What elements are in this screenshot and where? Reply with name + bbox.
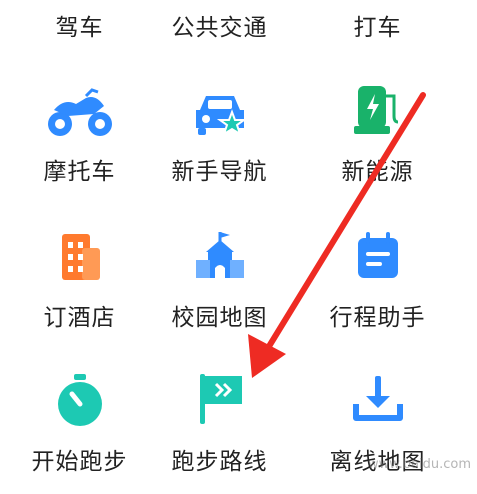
menu-item-new-driver-nav[interactable]: 新手导航 [140, 80, 299, 190]
running-route-flag-icon [199, 374, 242, 424]
label-motorcycle: 摩托车 [43, 159, 116, 185]
menu-item-itinerary[interactable]: 行程助手 [298, 226, 457, 336]
label-new-driver-nav: 新手导航 [171, 159, 268, 185]
label-public-transit[interactable]: 公共交通 [140, 8, 299, 42]
label-taxi[interactable]: 打车 [298, 8, 457, 42]
new-driver-car-icon [195, 96, 247, 137]
hotel-building-icon [61, 234, 100, 280]
watermark: www.baidu.com [367, 457, 471, 472]
menu-item-campus-map[interactable]: 校园地图 [140, 226, 299, 336]
label-new-energy: 新能源 [341, 159, 414, 185]
stopwatch-icon [57, 374, 102, 426]
menu-item-book-hotel[interactable]: 订酒店 [0, 226, 159, 336]
campus-icon [195, 232, 244, 278]
label-drive[interactable]: 驾车 [0, 8, 159, 42]
label-itinerary: 行程助手 [329, 305, 426, 331]
label-start-running: 开始跑步 [31, 449, 128, 475]
motorcycle-icon [47, 88, 112, 136]
menu-item-start-running[interactable]: 开始跑步 [0, 370, 159, 480]
offline-download-icon [352, 376, 403, 421]
label-campus-map: 校园地图 [171, 305, 268, 331]
menu-item-new-energy[interactable]: 新能源 [298, 80, 457, 190]
itinerary-calendar-icon [357, 232, 398, 278]
menu-item-motorcycle[interactable]: 摩托车 [0, 80, 159, 190]
label-book-hotel: 订酒店 [43, 305, 116, 331]
menu-item-running-route[interactable]: 跑步路线 [140, 370, 299, 480]
label-running-route: 跑步路线 [171, 449, 268, 475]
ev-charger-icon [353, 86, 398, 134]
